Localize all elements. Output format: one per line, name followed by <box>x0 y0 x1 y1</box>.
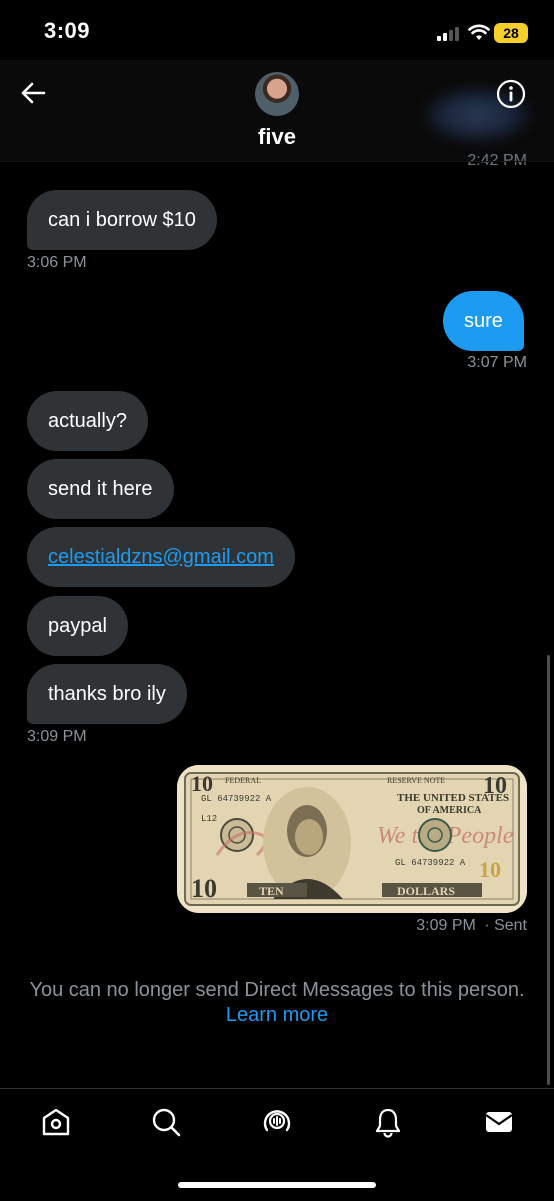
message-timestamp: 3:07 PM <box>467 354 527 371</box>
bill-denomination-top-left: 10 <box>191 771 213 796</box>
ten-dollar-bill-image: 10 10 FEDERAL RESERVE NOTE GL 64739922 A… <box>177 765 527 913</box>
bill-serial-top: GL 64739922 A <box>201 794 272 804</box>
bill-denomination-bottom-left: 10 <box>191 874 217 903</box>
learn-more-link[interactable]: Learn more <box>0 1003 554 1028</box>
wifi-icon <box>468 24 490 40</box>
attachment-timestamp: 3:09 PM · Sent <box>380 917 527 935</box>
message-bubble-received[interactable]: actually? <box>27 391 148 451</box>
bill-denomination-bottom-right: 10 <box>479 857 501 882</box>
search-icon[interactable] <box>150 1106 182 1138</box>
message-bubble-received[interactable]: can i borrow $10 <box>27 190 217 250</box>
sent-status: · Sent <box>484 917 527 934</box>
home-icon[interactable] <box>40 1106 72 1138</box>
bill-reserve-note: RESERVE NOTE <box>387 776 445 785</box>
scrollbar[interactable] <box>547 655 550 1085</box>
bill-header-line1: THE UNITED STATES <box>397 792 509 804</box>
messages-icon[interactable] <box>483 1106 515 1138</box>
message-bubble-received[interactable]: paypal <box>27 596 128 656</box>
message-bubble-received[interactable]: send it here <box>27 459 174 519</box>
bill-plate: L12 <box>201 814 217 824</box>
bill-dollars: DOLLARS <box>397 884 455 898</box>
notifications-icon[interactable] <box>372 1106 404 1138</box>
attachment-time: 3:09 PM <box>416 917 476 934</box>
dm-restricted-notice: You can no longer send Direct Messages t… <box>0 978 554 1028</box>
home-indicator <box>178 1182 376 1188</box>
message-bubble-sent[interactable]: sure <box>443 291 524 351</box>
bill-ten: TEN <box>259 884 284 898</box>
message-bubble-received[interactable]: thanks bro ily <box>27 664 187 724</box>
bill-header-line2: OF AMERICA <box>417 805 482 816</box>
status-time: 3:09 <box>44 18 91 43</box>
image-attachment[interactable]: 10 10 FEDERAL RESERVE NOTE GL 64739922 A… <box>177 765 527 913</box>
message-bubble-received[interactable]: celestialdzns@gmail.com <box>27 527 295 587</box>
battery-indicator: 28 <box>494 23 528 43</box>
header-edge <box>0 60 554 162</box>
email-link[interactable]: celestialdzns@gmail.com <box>48 546 274 569</box>
bill-serial-bottom: GL 64739922 A <box>395 858 466 868</box>
message-timestamp: 3:06 PM <box>27 254 87 271</box>
bill-federal: FEDERAL <box>225 776 261 785</box>
cellular-signal-icon <box>437 27 459 41</box>
notice-text: You can no longer send Direct Messages t… <box>29 979 525 1001</box>
message-timestamp: 3:09 PM <box>27 728 87 745</box>
spaces-icon[interactable] <box>261 1106 293 1138</box>
